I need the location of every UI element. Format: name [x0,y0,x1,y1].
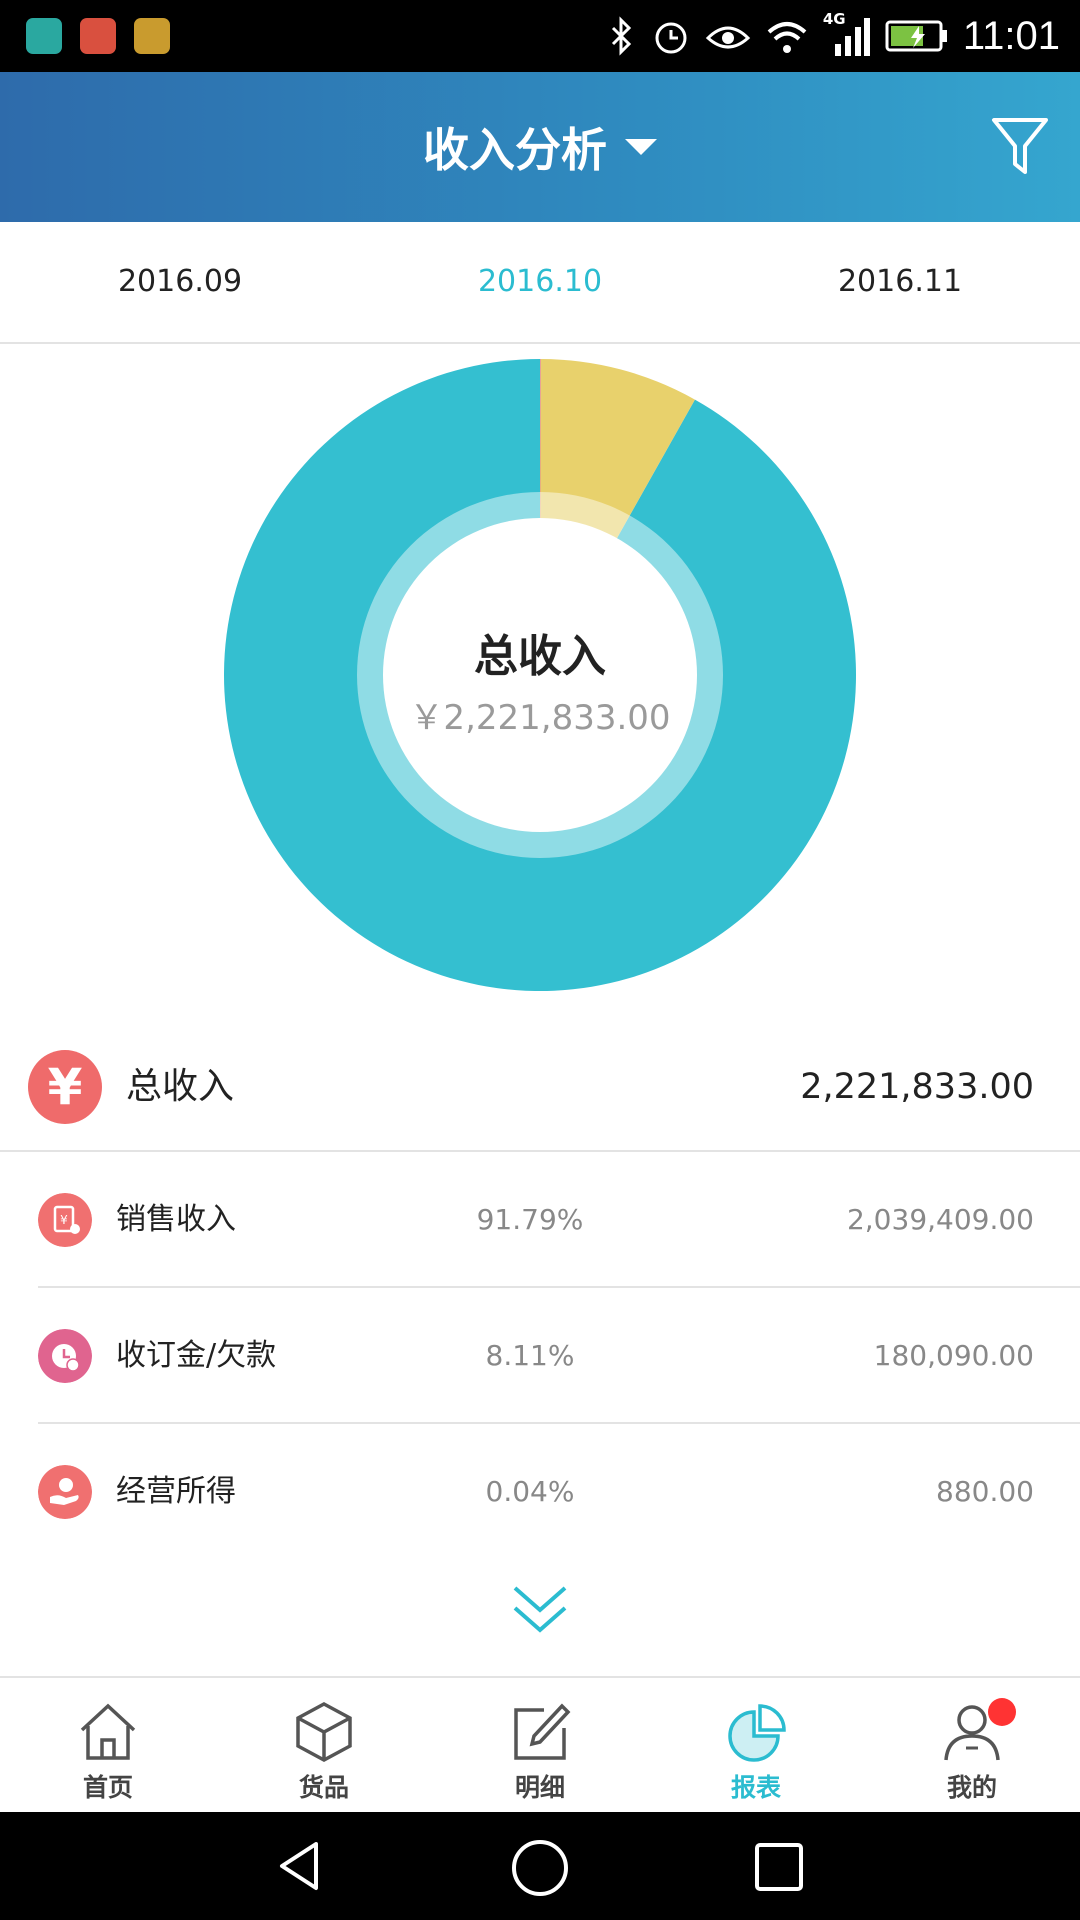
list-item-sales[interactable]: ¥ 销售收入 91.79% 2,039,409.00 [0,1152,1080,1288]
tab-home[interactable]: 首页 [0,1678,216,1814]
tab-label: 首页 [82,1773,133,1802]
tab-label: 报表 [730,1773,781,1802]
notification-badge [988,1698,1016,1726]
bluetooth-icon [611,16,631,56]
back-icon[interactable] [272,1838,328,1894]
title-dropdown[interactable]: 收入分析 [0,72,1080,222]
expand-more-icon[interactable] [505,1580,575,1640]
wifi-app-icon [134,18,170,54]
row-value: 880.00 [936,1475,1034,1508]
battery-icon [885,20,947,52]
tab-label: 我的 [946,1773,997,1802]
chart-center-title: 总收入 [474,631,606,682]
row-label: 销售收入 [116,1202,236,1237]
total-income-row: ¥ 总收入 2,221,833.00 [0,1030,1080,1152]
top-app-bar: 收入分析 [0,72,1080,222]
tab-reports[interactable]: 报表 [648,1678,864,1814]
edit-icon [514,1703,571,1760]
tab-me[interactable]: 我的 [864,1678,1080,1814]
status-bar: 4G 11:01 [0,0,1080,72]
home-icon [80,1703,136,1760]
caret-down-icon [625,139,657,155]
row-label: 经营所得 [116,1474,236,1509]
row-label: 收订金/欠款 [116,1338,277,1373]
yen-icon: ¥ [28,1050,102,1124]
sales-icon: ¥ [38,1193,92,1247]
signal-icon: 4G [823,10,871,58]
recents-icon[interactable] [752,1840,806,1894]
row-value: 2,039,409.00 [846,1203,1034,1236]
month-prev[interactable]: 2016.09 [0,222,360,342]
tab-details[interactable]: 明细 [432,1678,648,1814]
hand-coin-icon [38,1465,92,1519]
list-item-deposit[interactable]: 收订金/欠款 8.11% 180,090.00 [0,1288,1080,1424]
month-next[interactable]: 2016.11 [720,222,1080,342]
tab-label: 明细 [514,1773,565,1802]
page-title: 收入分析 [423,123,607,177]
chart-center-label: 总收入 ￥2,221,833.00 [220,620,860,739]
svg-text:¥: ¥ [60,1213,68,1227]
row-percent: 8.11% [485,1339,575,1372]
tab-label: 货品 [298,1773,349,1802]
box-icon [296,1702,352,1762]
chart-center-amount: ￥2,221,833.00 [409,698,671,738]
home-circle-icon[interactable] [510,1838,570,1898]
eye-icon [705,26,751,49]
wifi-icon [767,22,807,53]
row-value: 180,090.00 [873,1339,1034,1372]
bottom-tab-bar: 首页 货品 明细 报表 我的 [0,1676,1080,1814]
deposit-clock-icon [38,1329,92,1383]
total-income-value: 2,221,833.00 [800,1067,1034,1107]
clock: 11:01 [962,13,1060,58]
month-selector: 2016.09 2016.10 2016.11 [0,222,1080,344]
list-item-operating[interactable]: 经营所得 0.04% 880.00 [0,1424,1080,1560]
android-app-icon [26,18,62,54]
tools-app-icon [80,18,116,54]
system-nav-bar [0,1812,1080,1920]
filter-icon[interactable] [990,114,1050,178]
row-percent: 91.79% [476,1203,584,1236]
total-income-label: 总收入 [126,1066,235,1107]
row-percent: 0.04% [485,1475,575,1508]
month-current[interactable]: 2016.10 [360,222,720,342]
pie-chart-icon [728,1704,786,1762]
tab-goods[interactable]: 货品 [216,1678,432,1814]
alarm-icon [655,22,687,54]
